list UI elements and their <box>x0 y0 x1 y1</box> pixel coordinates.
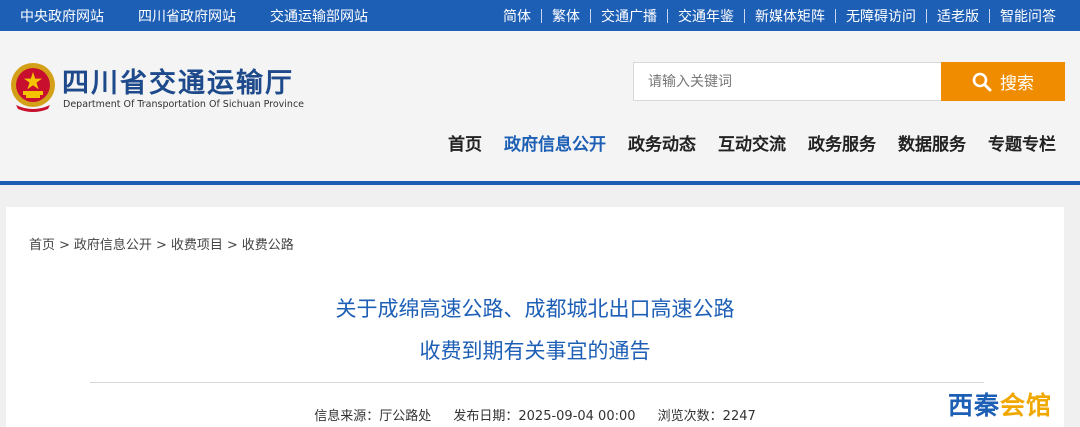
divider <box>590 8 591 23</box>
top-bar: 中央政府网站 四川省政府网站 交通运输部网站 简体 繁体 交通广播 交通年鉴 新… <box>0 0 1080 31</box>
link-traffic-radio[interactable]: 交通广播 <box>601 6 657 26</box>
search-button-label: 搜索 <box>1000 74 1034 94</box>
search-button[interactable]: 搜索 <box>941 62 1065 101</box>
header-divider <box>0 181 1080 185</box>
link-simplified[interactable]: 简体 <box>503 6 531 26</box>
article-source: 信息来源：厅公路处 <box>314 409 432 424</box>
link-central-gov[interactable]: 中央政府网站 <box>20 6 104 26</box>
link-ministry-transport[interactable]: 交通运输部网站 <box>270 6 368 26</box>
link-sichuan-gov[interactable]: 四川省政府网站 <box>138 6 236 26</box>
nav-topics[interactable]: 专题专栏 <box>988 130 1056 155</box>
divider <box>835 8 836 23</box>
breadcrumb: 首页 > 政府信息公开 > 收费项目 > 收费公路 <box>29 234 294 253</box>
breadcrumb-gov-info[interactable]: 政府信息公开 <box>74 238 152 253</box>
search-icon <box>972 72 992 91</box>
search-box <box>633 62 941 101</box>
link-elderly[interactable]: 适老版 <box>937 6 979 26</box>
link-smart-qa[interactable]: 智能问答 <box>1000 6 1056 26</box>
article-date: 发布日期：2025-09-04 00:00 <box>453 409 636 424</box>
national-emblem-icon <box>11 63 55 112</box>
nav-services[interactable]: 政务服务 <box>808 130 876 155</box>
breadcrumb-separator: > <box>226 238 238 253</box>
article-title-line2: 收费到期有关事宜的通告 <box>419 339 651 363</box>
top-left-links: 中央政府网站 四川省政府网站 交通运输部网站 <box>20 0 402 31</box>
breadcrumb-separator: > <box>59 238 70 253</box>
nav-home[interactable]: 首页 <box>448 130 482 155</box>
link-accessibility[interactable]: 无障碍访问 <box>846 6 916 26</box>
link-traditional[interactable]: 繁体 <box>552 6 580 26</box>
watermark-part1: 西秦 <box>948 391 1001 420</box>
breadcrumb-toll-roads[interactable]: 收费公路 <box>242 238 294 253</box>
breadcrumb-home[interactable]: 首页 <box>29 238 55 253</box>
nav-gov-info[interactable]: 政府信息公开 <box>504 130 606 155</box>
breadcrumb-toll-items[interactable]: 收费项目 <box>171 238 223 253</box>
site-name: 四川省交通运输厅 <box>62 68 294 99</box>
divider <box>926 8 927 23</box>
nav-news[interactable]: 政务动态 <box>628 130 696 155</box>
article-views: 浏览次数：2247 <box>657 409 756 424</box>
divider <box>744 8 745 23</box>
link-yearbook[interactable]: 交通年鉴 <box>678 6 734 26</box>
site-name-english: Department Of Transportation Of Sichuan … <box>63 99 305 110</box>
watermark-part2: 会馆 <box>1000 391 1053 420</box>
search-input[interactable] <box>648 73 928 90</box>
site-header: 四川省交通运输厅 Department Of Transportation Of… <box>0 31 1080 181</box>
nav-interaction[interactable]: 互动交流 <box>718 130 786 155</box>
watermark-logo: 西秦会馆 <box>948 386 1052 422</box>
breadcrumb-separator: > <box>155 238 167 253</box>
title-divider <box>90 382 984 383</box>
divider <box>667 8 668 23</box>
article-card: 首页 > 政府信息公开 > 收费项目 > 收费公路 关于成绵高速公路、成都城北出口高速公路 … <box>6 207 1064 427</box>
article-meta: 信息来源：厅公路处 发布日期：2025-09-04 00:00 浏览次数：224… <box>6 405 1064 424</box>
link-new-media[interactable]: 新媒体矩阵 <box>755 6 825 26</box>
main-nav: 首页 政府信息公开 政务动态 互动交流 政务服务 数据服务 专题专栏 <box>426 130 1056 155</box>
top-right-links: 简体 繁体 交通广播 交通年鉴 新媒体矩阵 无障碍访问 适老版 智能问答 <box>503 0 1056 31</box>
nav-data[interactable]: 数据服务 <box>898 130 966 155</box>
article-title-line1: 关于成绵高速公路、成都城北出口高速公路 <box>335 297 735 321</box>
divider <box>989 8 990 23</box>
divider <box>541 8 542 23</box>
